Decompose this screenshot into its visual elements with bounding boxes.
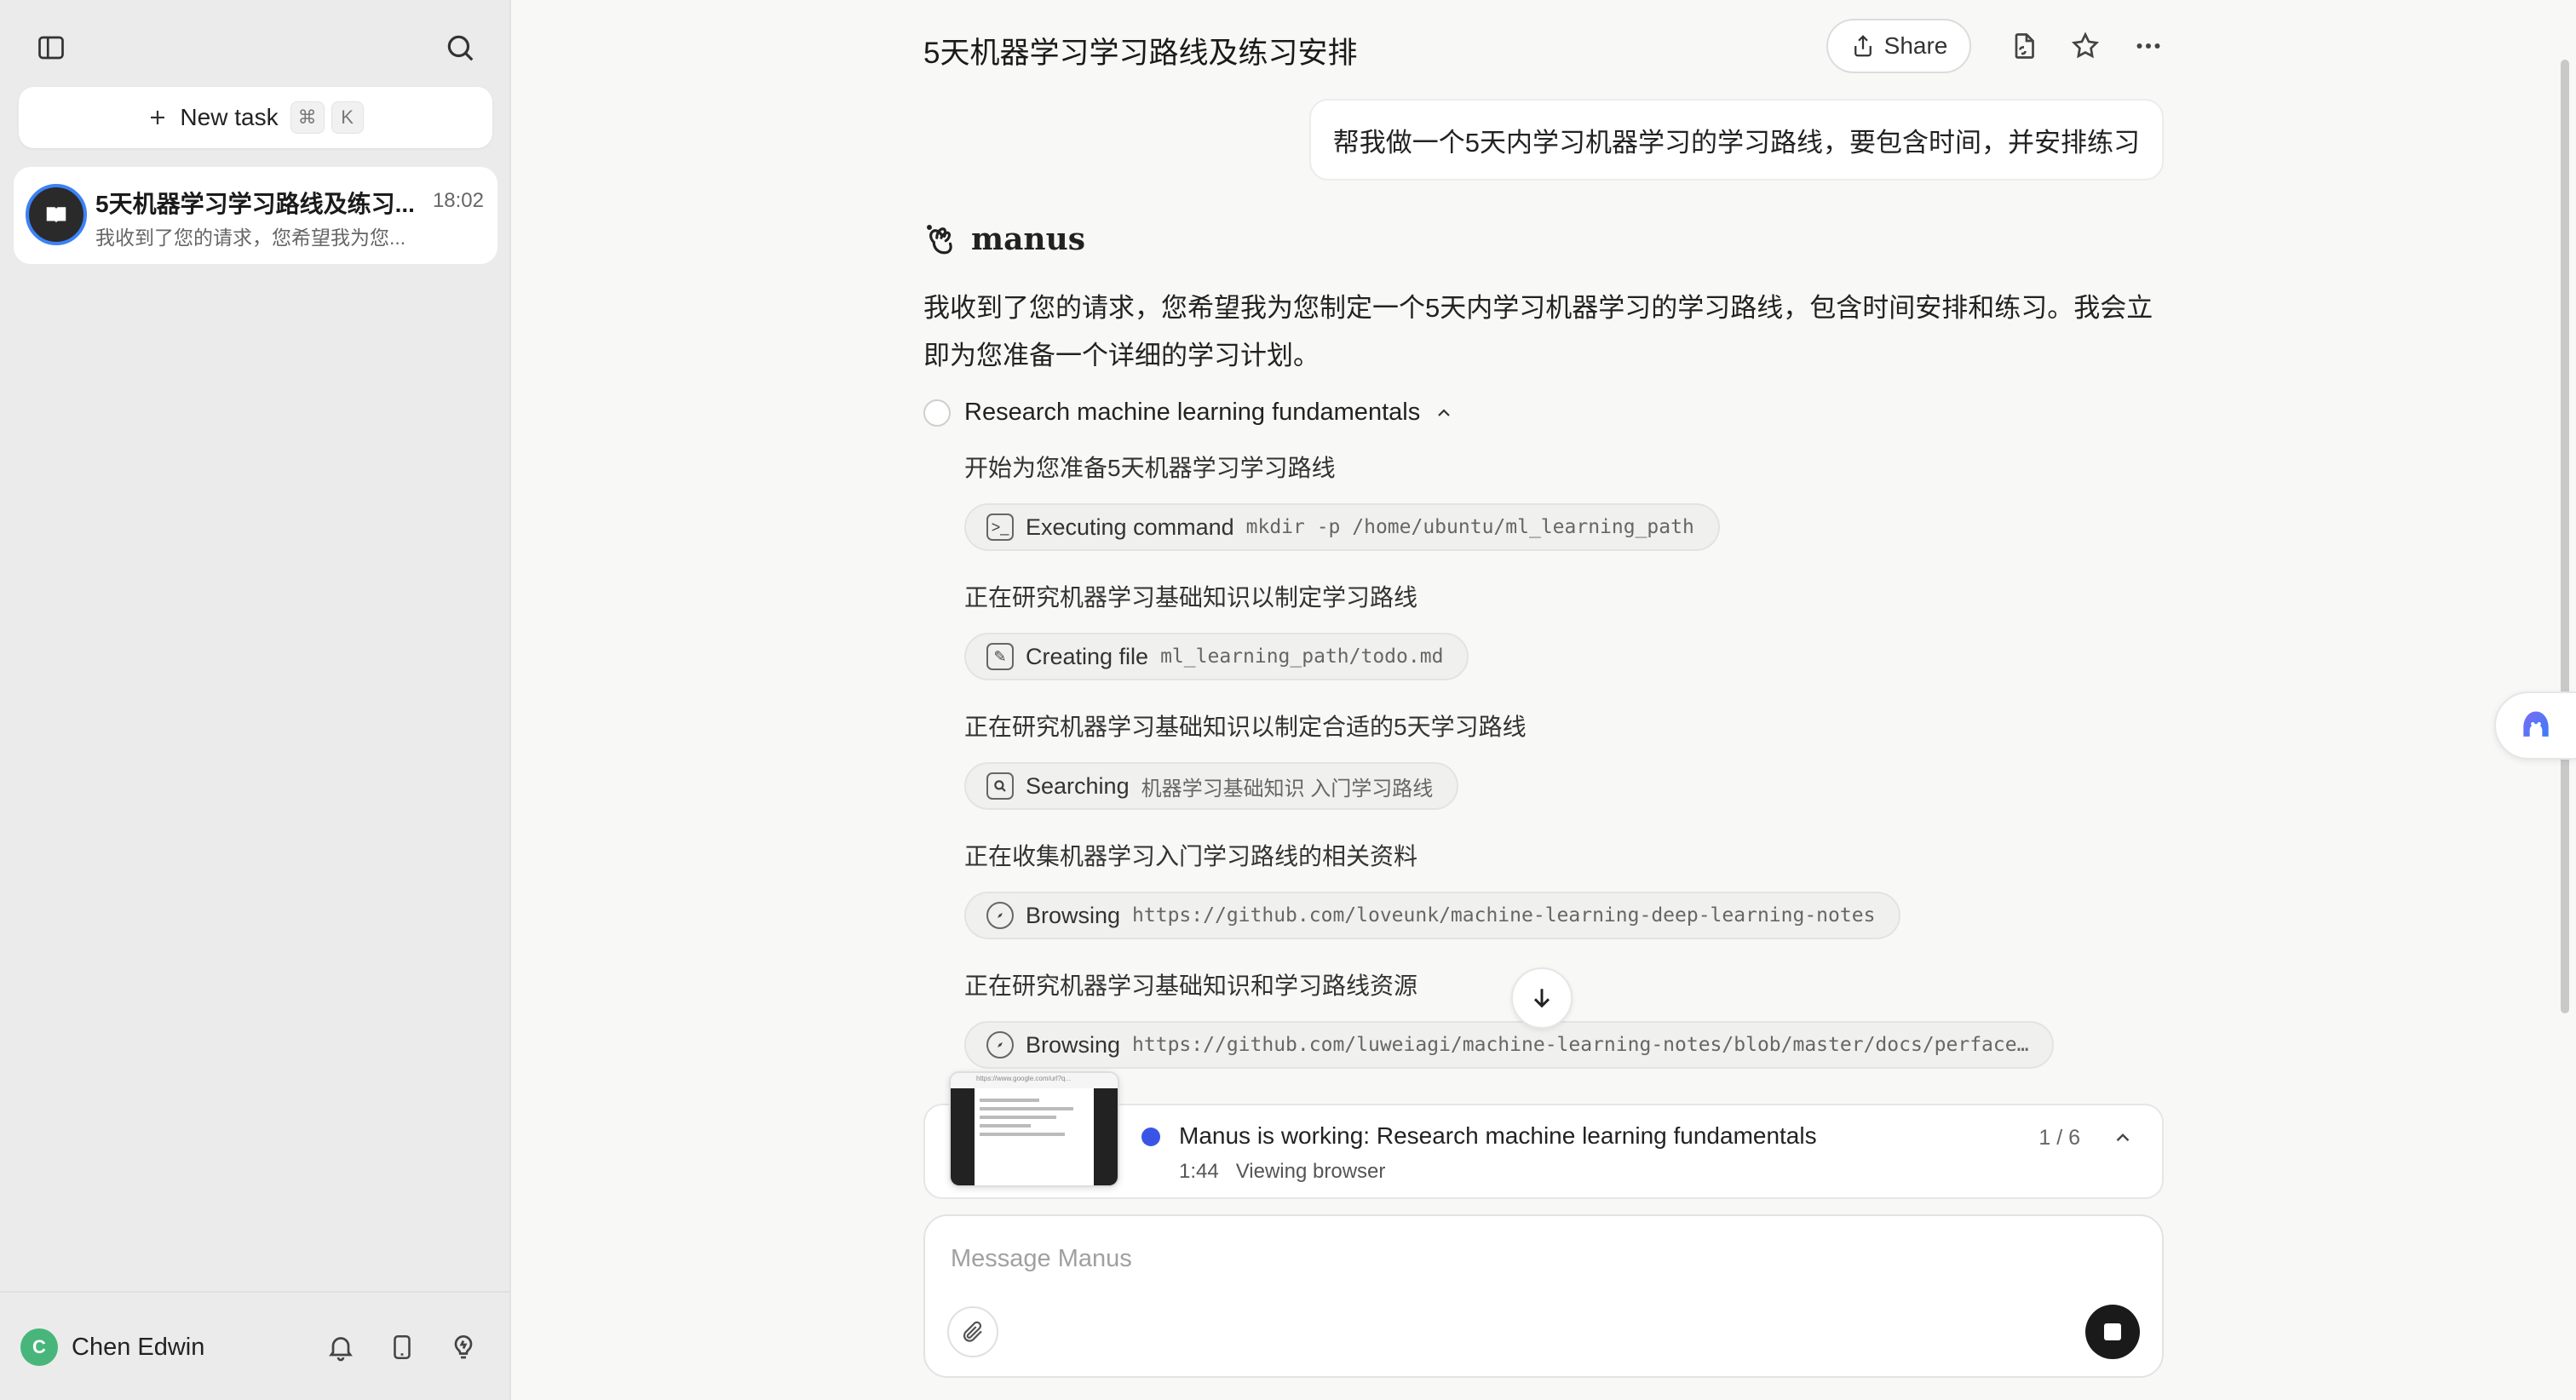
user-avatar[interactable]: C — [20, 1328, 58, 1366]
tool-action: Browsing — [1026, 1031, 1121, 1058]
share-icon — [1854, 35, 1872, 57]
new-task-label: New task — [180, 104, 279, 130]
task-list-item[interactable]: 5天机器学习学习路线及练习... 18:02 我收到了您的请求，您希望我为您..… — [14, 167, 497, 264]
thumbnail-text-line — [980, 1124, 1031, 1127]
file-link-icon[interactable] — [2000, 22, 2048, 70]
page-title: 5天机器学习学习路线及练习安排 — [923, 37, 1358, 70]
user-message: 帮我做一个5天内学习机器学习的学习路线，要包含时间，并安排练习 — [1308, 99, 2164, 181]
working-indicator — [1141, 1127, 1160, 1146]
browser-preview-thumbnail[interactable]: https://www.google.com/url?q... — [949, 1071, 1119, 1187]
stop-icon — [2104, 1323, 2121, 1340]
step-entry-text: 正在收集机器学习入门学习路线的相关资料 — [964, 843, 1418, 869]
task-title: 5天机器学习学习路线及练习... — [95, 191, 415, 217]
tool-action: Creating file — [1026, 643, 1149, 669]
share-button[interactable]: Share — [1826, 19, 1971, 73]
scroll-to-bottom-button[interactable] — [1511, 967, 1573, 1029]
compass-icon — [986, 902, 1014, 929]
elapsed-time: 1:44 — [1179, 1160, 1219, 1183]
task-avatar — [26, 184, 87, 245]
status-detail: 1:44 Viewing browser — [1179, 1160, 1402, 1184]
thumbnail-text-line — [980, 1133, 1065, 1136]
chat-main: 5天机器学习学习路线及练习安排 Share 帮我做一个5天内学习机器学习的学习路… — [513, 0, 2576, 1400]
new-task-button[interactable]: New task ⌘ K — [19, 87, 492, 148]
chevron-up-icon[interactable] — [2106, 1121, 2140, 1155]
mobile-icon[interactable] — [378, 1323, 426, 1371]
arrow-down-icon — [1533, 989, 1550, 1008]
assistant-logo-icon — [2523, 711, 2549, 737]
tool-call-pill[interactable]: ✎ Creating file ml_learning_path/todo.md — [964, 633, 1469, 680]
search-icon — [986, 772, 1014, 800]
paperclip-icon — [963, 1321, 982, 1342]
tool-argument: ml_learning_path/todo.md — [1160, 645, 1444, 668]
stop-button[interactable] — [2085, 1305, 2140, 1359]
step-entry-text: 正在研究机器学习基础知识以制定合适的5天学习路线 — [964, 714, 1527, 740]
thumbnail-address-bar: https://www.google.com/url?q... — [951, 1073, 1118, 1088]
status-activity: Viewing browser — [1235, 1160, 1386, 1183]
book-icon — [46, 207, 66, 223]
step-entry-text: 正在研究机器学习基础知识和学习路线资源 — [964, 973, 1418, 999]
tool-action: Browsing — [1026, 902, 1121, 928]
task-status-card[interactable]: https://www.google.com/url?q... Manus is… — [923, 1071, 2164, 1199]
attach-button[interactable] — [947, 1306, 998, 1357]
more-options-icon[interactable] — [2125, 22, 2172, 70]
plus-icon — [151, 111, 165, 124]
bell-icon[interactable] — [317, 1323, 365, 1371]
step-title: Research machine learning fundamentals — [964, 399, 1421, 426]
assistant-header: manus — [923, 221, 1085, 257]
shortcut-modifier: ⌘ — [290, 101, 325, 134]
search-icon[interactable] — [436, 24, 484, 72]
thumbnail-text-line — [980, 1099, 1039, 1102]
tool-call-pill[interactable]: Browsing https://github.com/luweiagi/mac… — [964, 1021, 2055, 1069]
manus-logo-icon — [927, 225, 952, 255]
tool-argument: https://github.com/luweiagi/machine-lear… — [1132, 1034, 2029, 1056]
thumbnail-text-line — [980, 1107, 1073, 1110]
status-text: Manus is working: Research machine learn… — [1179, 1122, 1817, 1149]
terminal-icon: >_ — [986, 514, 1014, 541]
sidebar: New task ⌘ K 5天机器学习学习路线及练习... 18:02 我收到了… — [0, 0, 511, 1400]
tool-call-pill[interactable]: Browsing https://github.com/loveunk/mach… — [964, 892, 1901, 939]
task-preview: 我收到了您的请求，您希望我为您... — [95, 227, 406, 249]
share-label: Share — [1883, 32, 1948, 59]
step-entry-text: 正在研究机器学习基础知识以制定学习路线 — [964, 584, 1418, 611]
message-input[interactable] — [951, 1236, 2058, 1281]
tool-action: Searching — [1026, 772, 1130, 799]
thumbnail-text-line — [980, 1116, 1056, 1119]
thumbnail-shade-left — [951, 1088, 975, 1185]
user-name[interactable]: Chen Edwin — [72, 1334, 204, 1362]
step-progress: 1 / 6 — [2038, 1126, 2080, 1150]
assistant-reply: 我收到了您的请求，您希望我为您制定一个5天内学习机器学习的学习路线，包含时间安排… — [923, 293, 2153, 370]
tool-argument: 机器学习基础知识 入门学习路线 — [1141, 777, 1434, 800]
edit-file-icon: ✎ — [986, 643, 1014, 670]
thumbnail-shade-right — [1094, 1088, 1118, 1185]
step-status-circle — [923, 399, 951, 427]
tool-argument: mkdir -p /home/ubuntu/ml_learning_path — [1245, 516, 1694, 538]
chevron-up-icon — [1438, 408, 1450, 416]
thumbnail-url: https://www.google.com/url?q... — [976, 1075, 1072, 1082]
message-composer — [923, 1214, 2164, 1378]
star-icon[interactable] — [2061, 22, 2109, 70]
scrollbar[interactable] — [2561, 60, 2569, 1013]
task-time: 18:02 — [432, 189, 484, 212]
assistant-widget-button[interactable] — [2494, 691, 2576, 760]
compass-icon — [986, 1031, 1014, 1059]
tool-action: Executing command — [1026, 514, 1234, 540]
toggle-sidebar-icon[interactable] — [27, 24, 75, 72]
step-entry-text: 开始为您准备5天机器学习学习路线 — [964, 455, 1336, 481]
tool-call-pill[interactable]: Searching 机器学习基础知识 入门学习路线 — [964, 762, 1459, 810]
tool-argument: https://github.com/loveunk/machine-learn… — [1132, 904, 1876, 927]
step-header[interactable]: Research machine learning fundamentals — [923, 399, 1454, 427]
assistant-name: manus — [971, 221, 1086, 257]
tool-call-pill[interactable]: >_ Executing command mkdir -p /home/ubun… — [964, 503, 1720, 551]
shortcut-key: K — [331, 101, 364, 134]
lightbulb-icon[interactable] — [440, 1323, 487, 1371]
sidebar-footer: C Chen Edwin — [0, 1291, 511, 1400]
